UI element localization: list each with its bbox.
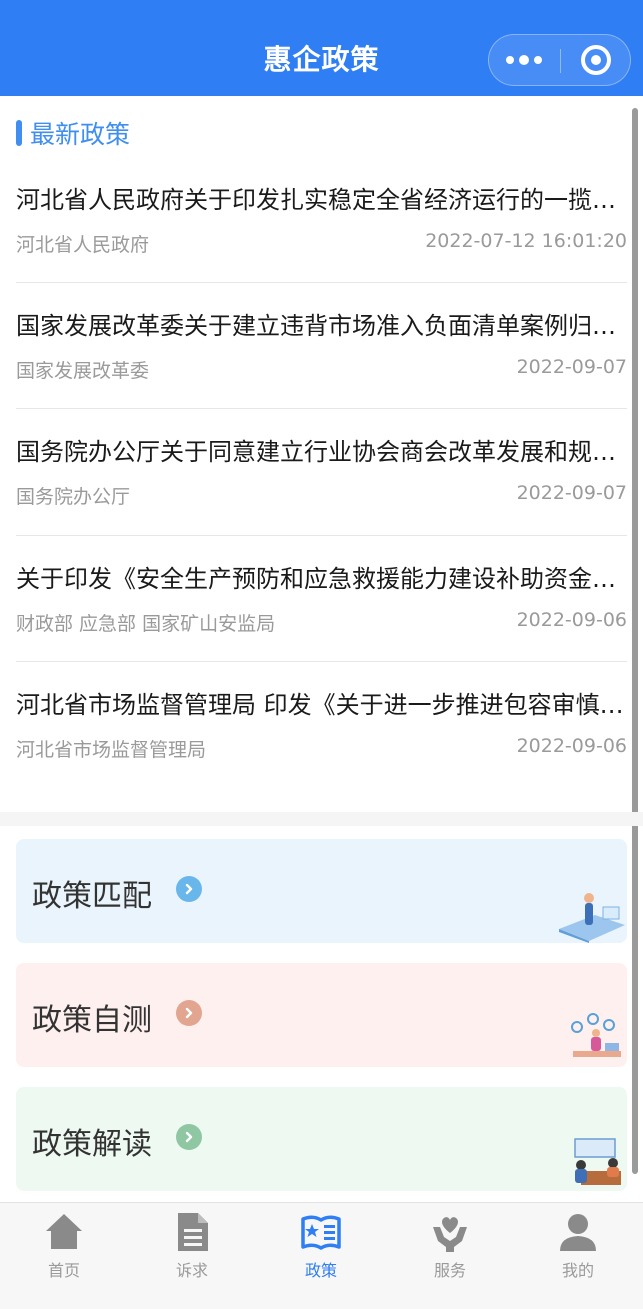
chevron-right-icon [176,876,202,902]
home-icon [46,1214,82,1249]
tab-requests[interactable]: 诉求 [128,1203,256,1309]
tab-label: 首页 [47,1261,80,1280]
tab-label: 诉求 [175,1261,208,1280]
section-gap [0,812,643,826]
close-miniprogram-button[interactable] [561,35,631,85]
meeting-illustration [574,1138,621,1185]
section-accent-bar [16,120,22,146]
document-icon [178,1213,208,1251]
close-target-icon [581,45,611,75]
user-icon [560,1214,596,1251]
more-dots-icon [506,56,514,64]
tab-label: 服务 [433,1261,466,1280]
title-bar: 惠企政策 [0,0,643,96]
news-source: 国家发展改革委 [16,360,150,382]
tab-home[interactable]: 首页 [0,1203,128,1309]
service-heart-hand-icon [433,1217,467,1252]
tab-mine[interactable]: 我的 [514,1203,642,1309]
news-date: 2022-09-07 [516,482,627,504]
divider [16,408,627,409]
divider [16,661,627,662]
news-date: 2022-09-06 [516,735,627,757]
policy-book-icon [301,1215,341,1250]
policy-match-card[interactable]: 政策匹配 [16,839,627,943]
news-title: 关于印发《安全生产预防和应急救援能力建设补助资金管理办法》的通知 [16,565,627,593]
news-source: 国务院办公厅 [16,486,131,508]
chevron-right-icon [176,1000,202,1026]
tab-services[interactable]: 服务 [386,1203,514,1309]
chevron-right-icon [176,1124,202,1150]
divider [16,282,627,283]
news-source: 河北省市场监督管理局 [16,739,207,761]
tab-label: 政策 [304,1261,337,1280]
card-label: 政策解读 [32,1127,152,1162]
news-title: 河北省市场监督管理局 印发《关于进一步推进包容审慎监管的若干措施》的通知 [16,691,627,719]
card-label: 政策匹配 [32,879,152,914]
scrollbar[interactable] [632,108,638,1174]
section-title: 最新政策 [30,120,131,149]
office-desk-illustration [559,893,625,943]
more-options-button[interactable] [489,35,559,85]
card-label: 政策自测 [32,1003,152,1038]
self-test-illustration [571,1013,621,1057]
section-header: 最新政策 [16,118,131,149]
tab-policy[interactable]: 政策 [257,1203,385,1309]
news-title: 河北省人民政府关于印发扎实稳定全省经济运行的一揽子措施及配套政策的通知 [16,186,627,214]
miniprogram-capsule [488,34,631,86]
policy-self-test-card[interactable]: 政策自测 [16,963,627,1067]
divider [16,535,627,536]
news-title: 国务院办公厅关于同意建立行业协会商会改革发展和规范管理部际联席会议制度的函 [16,438,627,466]
news-date: 2022-07-12 16:01:20 [425,230,627,252]
news-date: 2022-09-06 [516,609,627,631]
news-source: 河北省人民政府 [16,234,150,256]
news-source: 财政部 应急部 国家矿山安监局 [16,613,276,635]
tab-label: 我的 [561,1261,594,1280]
news-title: 国家发展改革委关于建立违背市场准入负面清单案例归集和通报制度的通知 [16,312,627,340]
bottom-tab-bar: 首页 诉求 政策 服务 我的 [0,1202,643,1309]
policy-interpretation-card[interactable]: 政策解读 [16,1087,627,1191]
news-date: 2022-09-07 [516,356,627,378]
